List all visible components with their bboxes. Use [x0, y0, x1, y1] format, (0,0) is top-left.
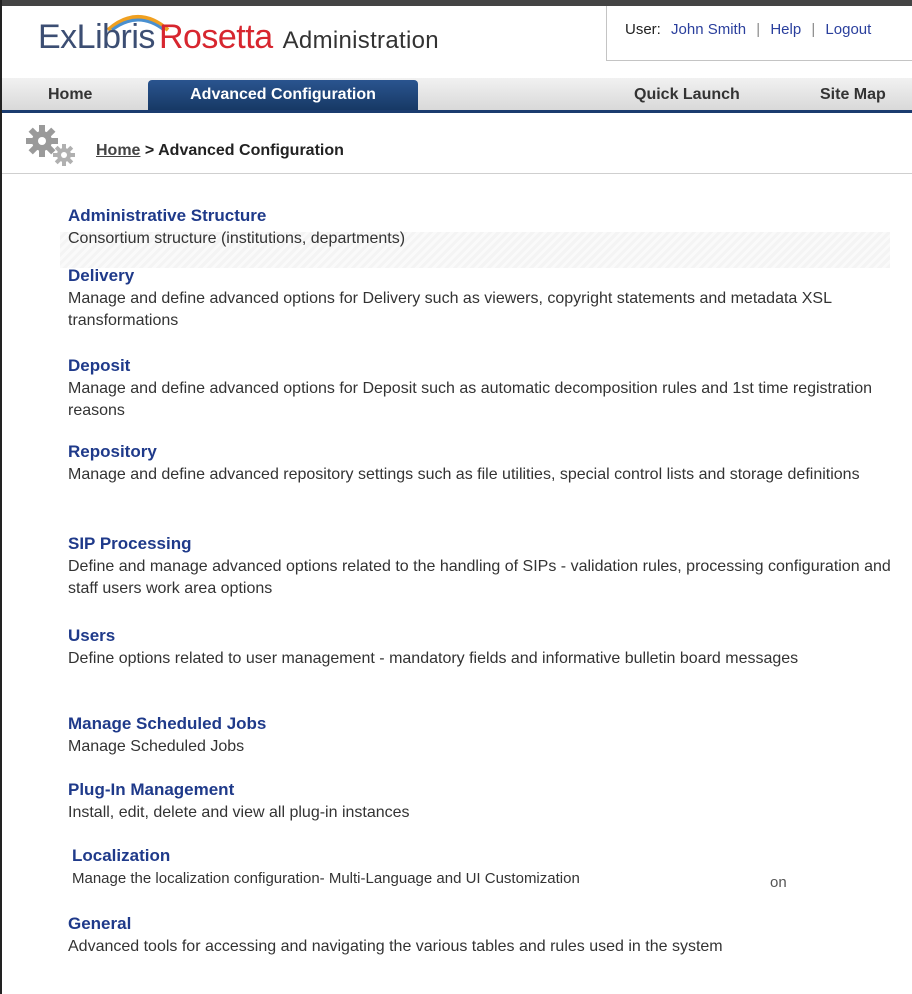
brand-rosetta: Rosetta	[158, 18, 273, 56]
section-manage-scheduled-jobs: Manage Scheduled Jobs Manage Scheduled J…	[68, 714, 898, 758]
section-title-link[interactable]: Localization	[72, 846, 902, 866]
section-description: Manage and define advanced options for D…	[68, 380, 873, 419]
tab-site-map[interactable]: Site Map	[820, 86, 886, 104]
section-plug-in-management: Plug-In Management Install, edit, delete…	[68, 780, 898, 824]
section-description: Define options related to user managemen…	[68, 650, 799, 667]
section-general: General Advanced tools for accessing and…	[68, 914, 898, 958]
tab-advanced-configuration[interactable]: Advanced Configuration	[148, 80, 418, 110]
section-users: Users Define options related to user man…	[68, 626, 898, 670]
user-box: User: John Smith | Help | Logout	[606, 6, 912, 61]
section-sip-processing: SIP Processing Define and manage advance…	[68, 534, 898, 600]
section-title-link[interactable]: General	[68, 914, 898, 934]
section-description: Manage Scheduled Jobs	[68, 738, 245, 755]
section-title-link[interactable]: Repository	[68, 442, 898, 462]
user-name-link[interactable]: John Smith	[671, 21, 746, 38]
section-description: Consortium structure (institutions, depa…	[68, 230, 406, 247]
section-description: Advanced tools for accessing and navigat…	[68, 938, 723, 955]
section-description: Manage and define advanced options for D…	[68, 290, 832, 329]
section-description: Define and manage advanced options relat…	[68, 558, 891, 597]
section-delivery: Delivery Manage and define advanced opti…	[68, 266, 898, 332]
section-title-link[interactable]: SIP Processing	[68, 534, 898, 554]
help-link[interactable]: Help	[770, 21, 801, 38]
breadcrumb-current: Advanced Configuration	[158, 142, 344, 159]
section-title-link[interactable]: Deposit	[68, 356, 898, 376]
section-repository: Repository Manage and define advanced re…	[68, 442, 898, 486]
app-logo: ExLibris Rosetta Administration	[38, 18, 439, 57]
section-title-link[interactable]: Administrative Structure	[68, 206, 898, 226]
breadcrumb-separator: >	[144, 142, 155, 159]
logout-link[interactable]: Logout	[825, 21, 871, 38]
breadcrumb-home-link[interactable]: Home	[96, 142, 140, 159]
section-administrative-structure: Administrative Structure Consortium stru…	[68, 206, 898, 250]
section-title-link[interactable]: Users	[68, 626, 898, 646]
tab-quick-launch[interactable]: Quick Launch	[634, 86, 740, 104]
section-deposit: Deposit Manage and define advanced optio…	[68, 356, 898, 422]
brand-exlibris: ExLibris	[38, 18, 155, 56]
gears-icon	[26, 125, 75, 166]
overlay-text-fragment: on	[770, 874, 787, 891]
section-title-link[interactable]: Plug-In Management	[68, 780, 898, 800]
tab-home[interactable]: Home	[48, 86, 92, 104]
divider: |	[756, 21, 761, 38]
breadcrumb: Home > Advanced Configuration	[96, 142, 344, 160]
section-description: Manage and define advanced repository se…	[68, 466, 860, 483]
app-header: ExLibris Rosetta Administration User: John…	[2, 6, 912, 78]
section-title-link[interactable]: Manage Scheduled Jobs	[68, 714, 898, 734]
brand-administration: Administration	[282, 27, 439, 54]
section-description: Install, edit, delete and view all plug-…	[68, 804, 410, 821]
breadcrumb-bar: Home > Advanced Configuration	[2, 113, 912, 174]
user-label: User:	[625, 21, 661, 38]
section-title-link[interactable]: Delivery	[68, 266, 898, 286]
main-nav: Home Advanced Configuration Quick Launch…	[2, 78, 912, 113]
divider: |	[811, 21, 816, 38]
